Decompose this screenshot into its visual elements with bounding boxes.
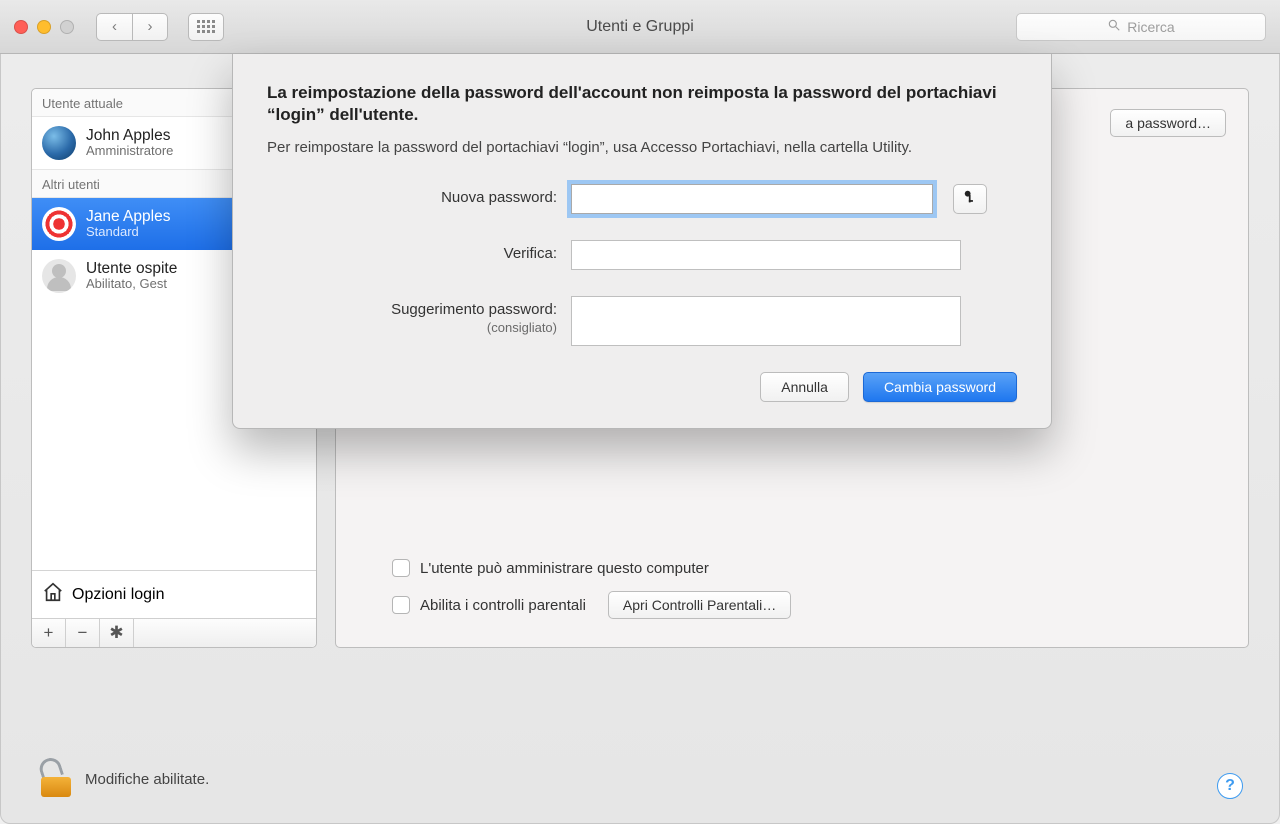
parental-checkbox-row[interactable]: Abilita i controlli parentali Apri Contr… (392, 591, 791, 619)
user-actions-button[interactable]: ✱ (100, 619, 134, 647)
search-placeholder: Ricerca (1127, 19, 1174, 35)
admin-checkbox-row[interactable]: L'utente può amministrare questo compute… (392, 559, 791, 577)
chevron-right-icon: › (148, 18, 153, 35)
sheet-subtext: Per reimpostare la password del portachi… (267, 138, 1007, 158)
password-hint-input[interactable] (571, 296, 961, 346)
forward-button[interactable]: › (132, 13, 168, 41)
back-button[interactable]: ‹ (96, 13, 132, 41)
lock-status-row[interactable]: Modifiche abilitate. (41, 761, 209, 797)
cancel-button[interactable]: Annulla (760, 372, 849, 402)
gear-icon: ✱ (109, 623, 123, 643)
minus-icon: − (78, 623, 88, 643)
verify-password-label: Verifica: (267, 240, 557, 263)
admin-checkbox-label: L'utente può amministrare questo compute… (420, 560, 709, 577)
sheet-heading: La reimpostazione della password dell'ac… (267, 82, 1007, 126)
new-password-input[interactable] (571, 184, 933, 214)
spacer (134, 619, 316, 647)
plus-icon: + (44, 623, 54, 643)
nav-back-forward: ‹ › (96, 13, 168, 41)
user-name: Jane Apples (86, 208, 170, 226)
user-role: Amministratore (86, 144, 173, 159)
password-hint-sublabel: (consigliato) (267, 320, 557, 336)
sidebar-action-strip: + − ✱ (32, 618, 316, 647)
new-password-label: Nuova password: (267, 184, 557, 207)
user-name: John Apples (86, 127, 173, 145)
key-icon (963, 188, 977, 209)
avatar-icon (42, 259, 76, 293)
zoom-window-button[interactable] (60, 20, 74, 34)
help-button[interactable]: ? (1217, 773, 1243, 799)
verify-password-input[interactable] (571, 240, 961, 270)
user-name: Utente ospite (86, 260, 177, 278)
close-window-button[interactable] (14, 20, 28, 34)
user-role: Standard (86, 225, 170, 240)
search-icon (1107, 18, 1121, 35)
reset-password-button[interactable]: a password… (1110, 109, 1226, 137)
login-options-row[interactable]: Opzioni login (32, 570, 316, 618)
minimize-window-button[interactable] (37, 20, 51, 34)
login-options-label: Opzioni login (72, 586, 165, 604)
search-input[interactable]: Ricerca (1016, 13, 1266, 41)
password-assistant-button[interactable] (953, 184, 987, 214)
password-reset-sheet: La reimpostazione della password dell'ac… (232, 54, 1052, 429)
lock-status-text: Modifiche abilitate. (85, 771, 209, 788)
help-icon: ? (1225, 777, 1235, 795)
chevron-left-icon: ‹ (112, 18, 117, 35)
password-hint-label: Suggerimento password: (consigliato) (267, 296, 557, 336)
user-role: Abilitato, Gest (86, 277, 177, 292)
house-icon (42, 581, 64, 608)
open-parental-controls-button[interactable]: Apri Controlli Parentali… (608, 591, 791, 619)
window-title: Utenti e Gruppi (586, 18, 694, 36)
parental-checkbox-label: Abilita i controlli parentali (420, 597, 586, 614)
show-all-prefs-button[interactable] (188, 13, 224, 41)
checkbox-icon[interactable] (392, 559, 410, 577)
avatar-icon (42, 207, 76, 241)
window-controls (14, 20, 74, 34)
titlebar: ‹ › Utenti e Gruppi Ricerca (0, 0, 1280, 54)
remove-user-button[interactable]: − (66, 619, 100, 647)
change-password-button[interactable]: Cambia password (863, 372, 1017, 402)
checkbox-icon[interactable] (392, 596, 410, 614)
avatar-icon (42, 126, 76, 160)
add-user-button[interactable]: + (32, 619, 66, 647)
unlock-icon (41, 761, 71, 797)
grid-icon (197, 20, 215, 33)
